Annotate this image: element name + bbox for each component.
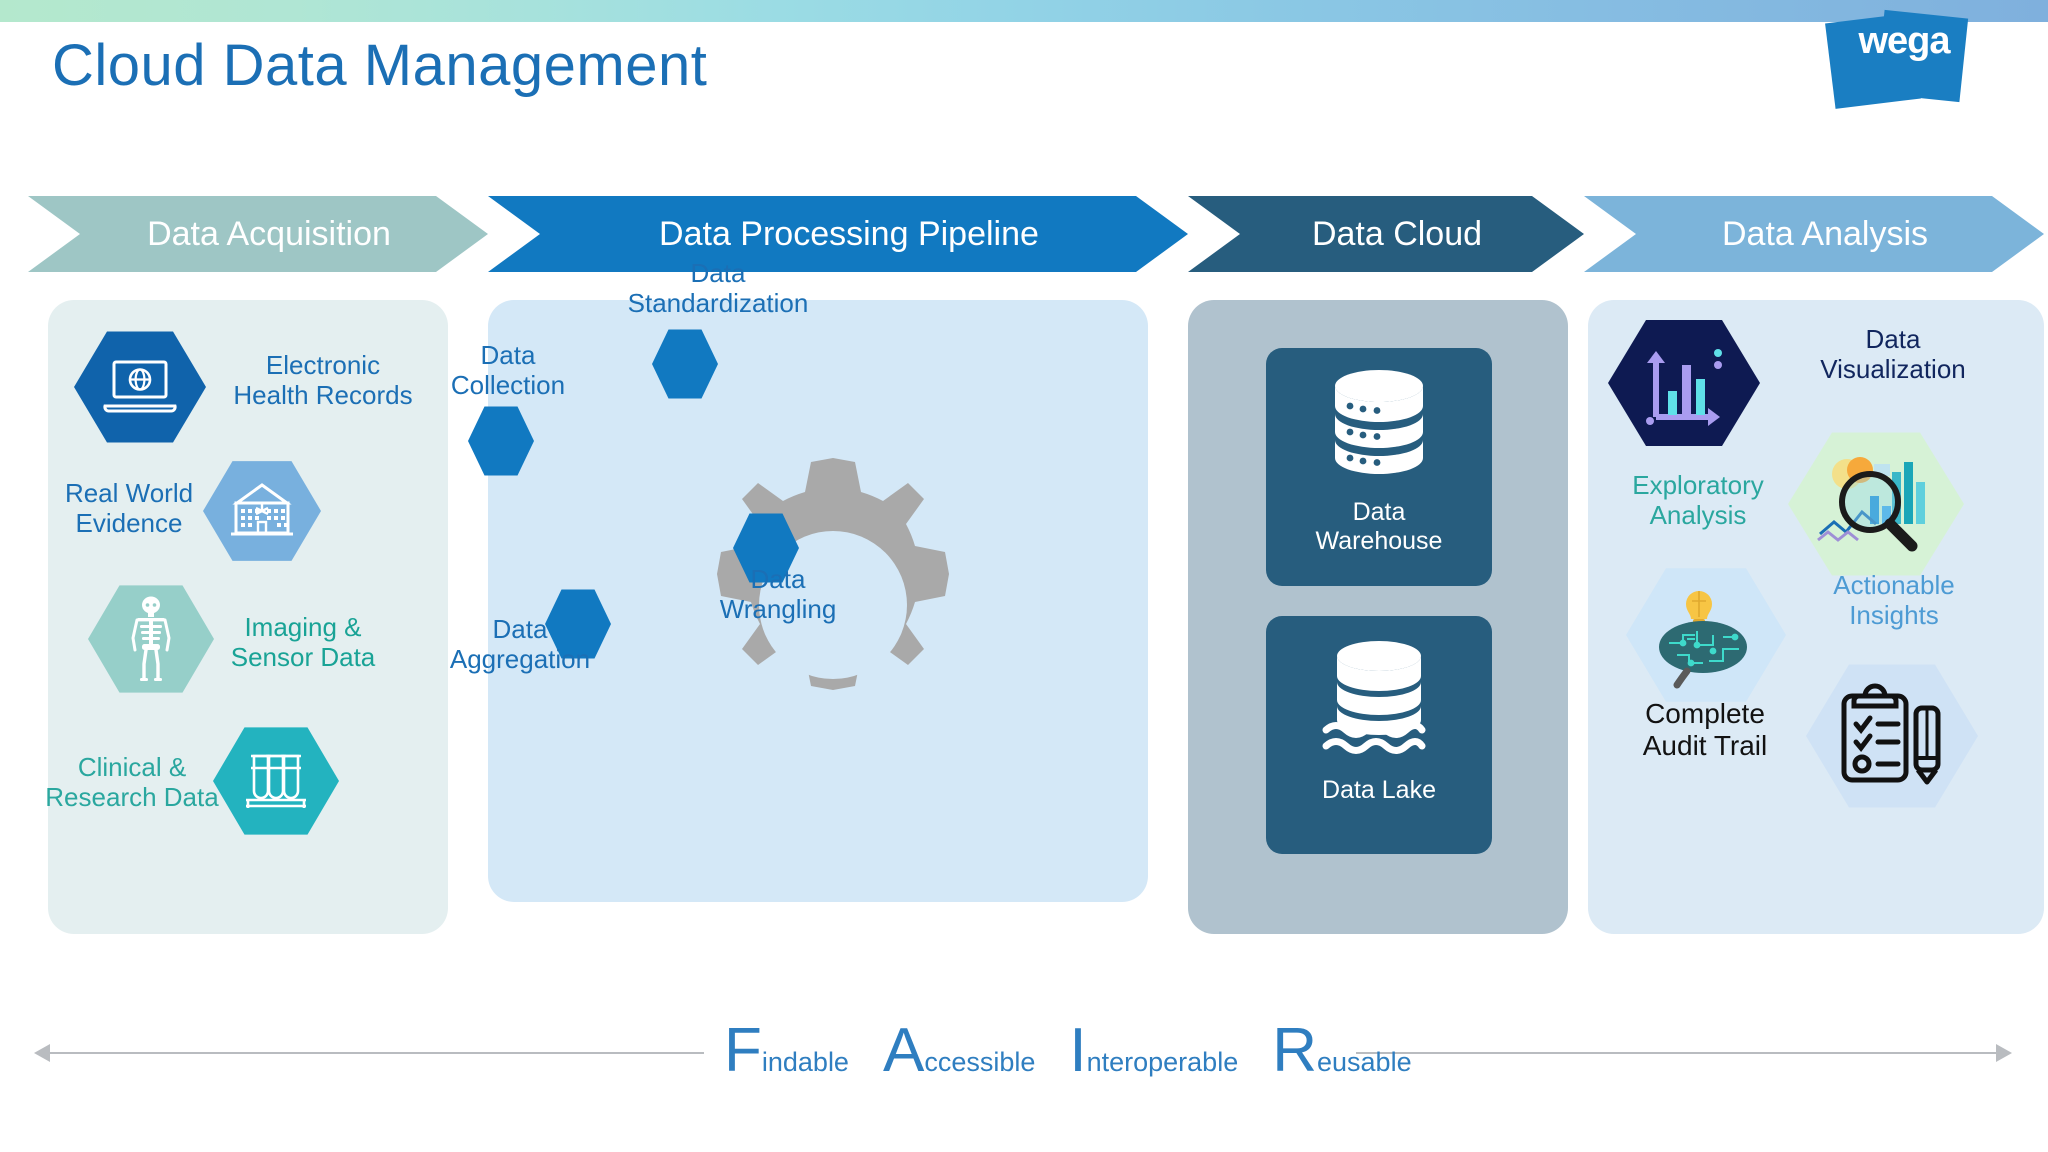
- database-stack-icon: [1335, 370, 1423, 474]
- stage-header-label: Data Cloud: [1311, 214, 1483, 253]
- stage-header-data-acquisition[interactable]: Data Acquisition: [28, 196, 488, 272]
- top-gradient-bar: [0, 0, 2048, 22]
- laptop-globe-icon: [103, 360, 177, 413]
- fair-initial: R: [1272, 1016, 1317, 1085]
- hex-real-world-evidence[interactable]: [203, 461, 321, 561]
- panel-data-analysis: Data Visualization Exploratory Analysis: [1588, 300, 2044, 934]
- test-tubes-icon: [246, 754, 306, 808]
- card-data-warehouse-label: Data Warehouse: [1315, 498, 1443, 555]
- hex-actionable-insights[interactable]: [1626, 568, 1786, 702]
- brain-bulb-icon: [1659, 591, 1747, 689]
- hex-electronic-health-records[interactable]: [74, 331, 206, 443]
- logo-wordmark: wega: [1858, 20, 1950, 62]
- label-data-wrangling: Data Wrangling: [719, 564, 837, 625]
- label-exploratory-analysis: Exploratory Analysis: [1632, 470, 1764, 531]
- fair-arrow-right-line: [1356, 1052, 2004, 1054]
- stage-header-data-analysis[interactable]: Data Analysis: [1584, 196, 2044, 272]
- label-clinical-research-data: Clinical & Research Data: [45, 752, 219, 813]
- hex-clinical-research-data[interactable]: [213, 727, 339, 835]
- fair-rest: ccessible: [924, 1047, 1036, 1077]
- magnifier-chart-icon: [1817, 457, 1925, 552]
- label-actionable-insights: Actionable Insights: [1833, 570, 1955, 631]
- label-data-standardization: Data Standardization: [627, 258, 809, 319]
- data-lake-icon: [1322, 641, 1426, 754]
- fair-initial: A: [882, 1016, 925, 1085]
- card-data-warehouse[interactable]: Data Warehouse: [1266, 348, 1492, 586]
- slide-canvas: Cloud Data Management wega Data Acquisit…: [0, 0, 2048, 1152]
- hex-complete-audit-trail[interactable]: [1806, 664, 1978, 808]
- fair-arrow-right-head: [1996, 1044, 2012, 1062]
- skeleton-icon: [131, 596, 171, 681]
- fair-arrow-left-head: [34, 1044, 50, 1062]
- fair-rest: nteroperable: [1086, 1047, 1239, 1077]
- card-data-lake[interactable]: Data Lake: [1266, 616, 1492, 854]
- label-real-world-evidence: Real World Evidence: [64, 478, 194, 539]
- bar-chart-axis-icon: [1646, 349, 1722, 426]
- label-imaging-sensor-data: Imaging & Sensor Data: [230, 612, 376, 673]
- fair-word-accessible: A ccessible: [883, 1020, 1035, 1082]
- stage-header-label: Data Analysis: [1722, 214, 1928, 253]
- hospital-icon: [231, 483, 293, 536]
- panel-data-cloud: Data Warehouse Data Lake: [1188, 300, 1568, 934]
- fair-word-reusable: R eusable: [1272, 1020, 1411, 1082]
- clipboard-pencil-icon: [1841, 683, 1941, 785]
- fair-arrow-left-line: [44, 1052, 704, 1054]
- label-data-aggregation: Data Aggregation: [449, 614, 591, 675]
- label-data-collection: Data Collection: [450, 340, 566, 401]
- fair-acronym: F indable A ccessible I nteroperable R e…: [724, 1020, 1412, 1082]
- card-data-lake-label: Data Lake: [1322, 776, 1436, 804]
- fair-initial: F: [724, 1016, 762, 1085]
- fair-word-interoperable: I nteroperable: [1069, 1020, 1238, 1082]
- fair-rest: indable: [761, 1047, 849, 1077]
- stage-header-label: Data Processing Pipeline: [659, 214, 1039, 253]
- stage-header-label: Data Acquisition: [147, 214, 391, 253]
- hex-data-visualization[interactable]: [1608, 320, 1760, 446]
- fair-word-findable: F indable: [724, 1020, 849, 1082]
- hex-exploratory-analysis[interactable]: [1788, 432, 1964, 576]
- stage-header-data-cloud[interactable]: Data Cloud: [1188, 196, 1584, 272]
- page-title: Cloud Data Management: [52, 33, 708, 98]
- label-complete-audit-trail: Complete Audit Trail: [1642, 698, 1768, 762]
- label-data-visualization: Data Visualization: [1820, 324, 1966, 385]
- wega-logo[interactable]: wega: [1824, 4, 1984, 109]
- fair-initial: I: [1069, 1016, 1087, 1085]
- fair-rest: eusable: [1317, 1047, 1412, 1077]
- panel-data-acquisition: Electronic Health Records Real World Evi…: [45, 300, 448, 934]
